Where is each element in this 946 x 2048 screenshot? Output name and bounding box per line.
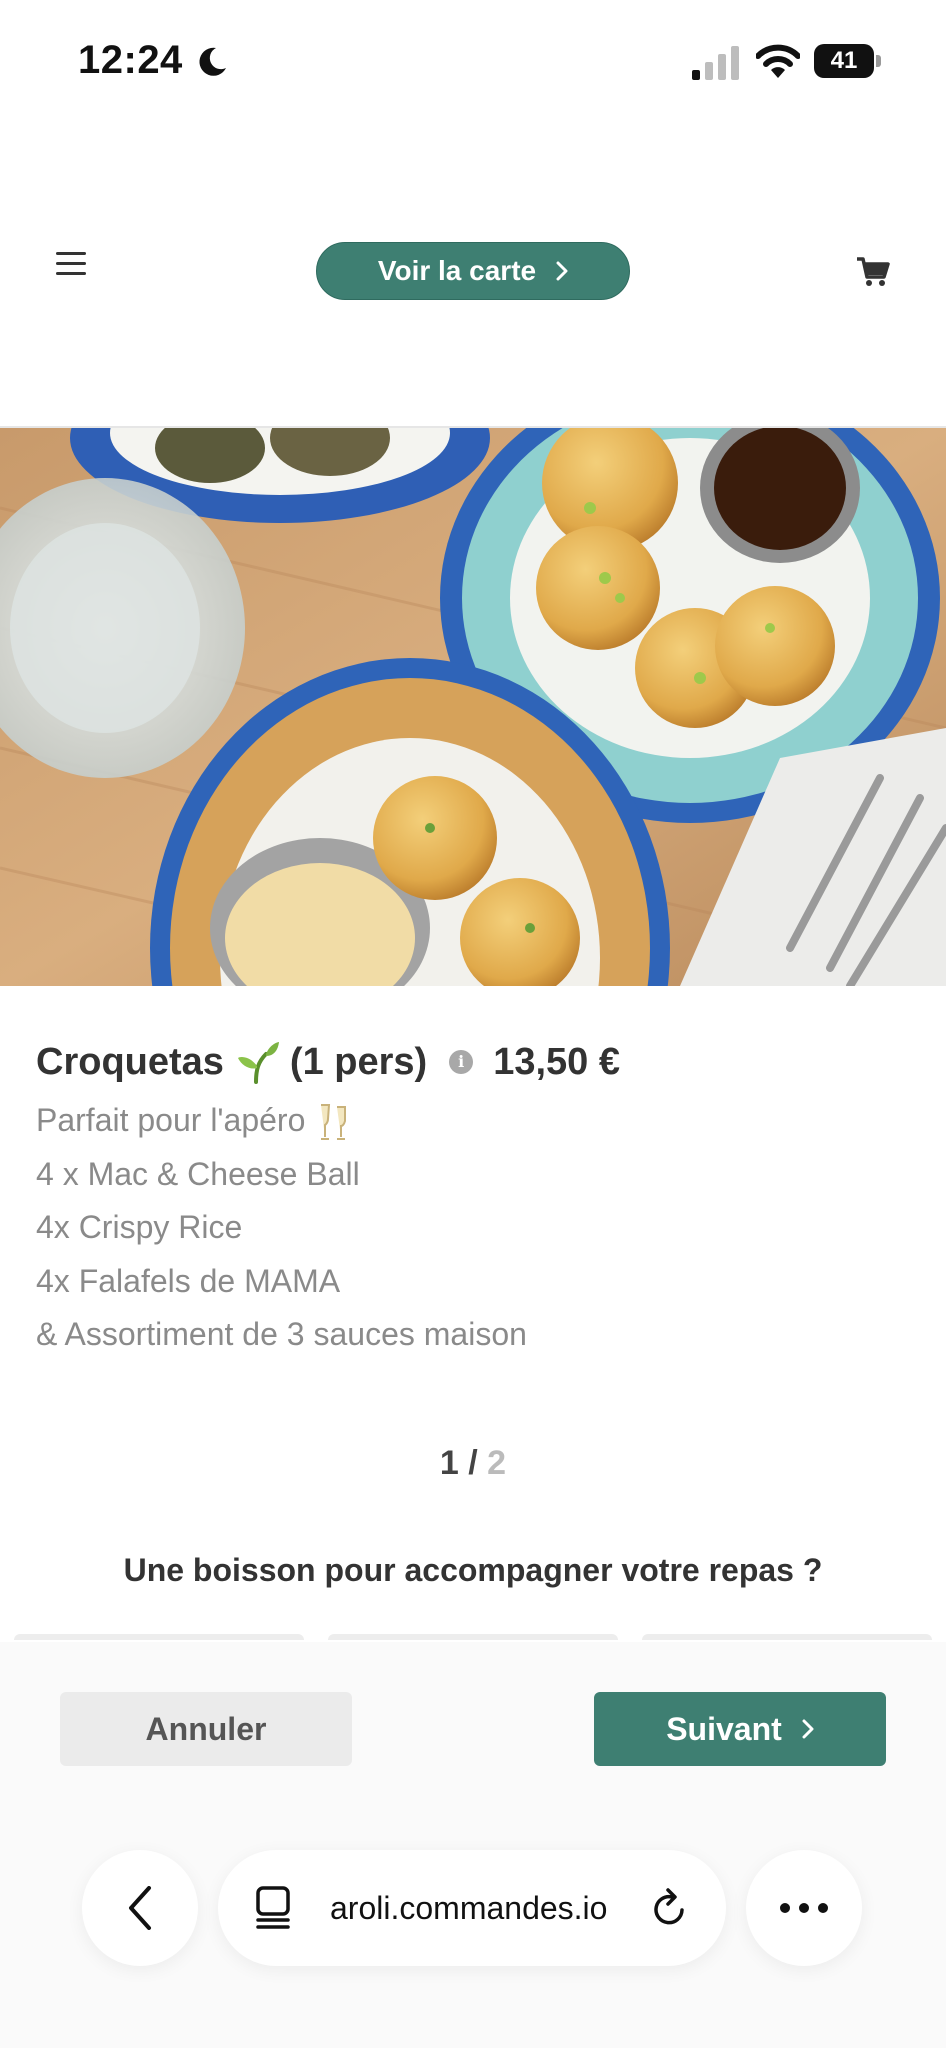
pager-total: 2 [487,1444,507,1482]
view-menu-button[interactable]: Voir la carte [316,242,630,300]
pager-current: 1 [439,1444,459,1482]
champagne-glasses-icon [321,1103,347,1140]
description-line: 4x Falafels de MAMA [36,1262,341,1299]
shopping-cart-icon[interactable] [856,256,890,288]
url-text: aroli.commandes.io [330,1890,608,1926]
product-name: Croquetas [36,1040,224,1083]
description-line: Parfait pour l'apéro [36,1094,896,1148]
next-button[interactable]: Suivant [594,1692,886,1766]
battery-percent: 41 [830,47,858,74]
description-line: 4x Crispy Rice [36,1209,243,1245]
battery-icon: 41 [814,44,882,80]
browser-url-bar[interactable]: aroli.commandes.io [218,1850,726,1966]
product-persons: (1 pers) [289,1040,428,1083]
tabs-icon[interactable] [254,1886,292,1930]
status-time: 12:24 [78,38,183,82]
chevron-right-icon [802,1719,814,1739]
status-bar: 12:24 41 [0,0,946,120]
cancel-label: Annuler [145,1710,267,1747]
next-label: Suivant [666,1710,782,1747]
bottom-action-bar: Annuler Suivant aroli.commandes.io [0,1642,946,2048]
cancel-button[interactable]: Annuler [60,1692,352,1766]
app-header: Voir la carte [0,200,946,330]
product-price: 13,50 € [493,1040,620,1083]
drink-cards-edges [0,1634,946,1642]
drink-question: Une boisson pour accompagner votre repas… [123,1552,823,1588]
hamburger-menu-icon[interactable] [56,252,86,276]
step-pager: 1 / 2 [0,1444,946,1483]
sprout-emoji-icon [237,1042,279,1084]
battery-tip [876,55,881,67]
product-title-row: Croquetas (1 pers) i 13,50 € [36,1036,620,1088]
description-line: & Assortiment de 3 sauces maison [36,1316,527,1352]
chevron-right-icon [556,261,568,281]
moon-icon [199,47,226,76]
product-image [0,428,946,986]
cellular-signal-icon [692,46,739,80]
description-line: 4 x Mac & Cheese Ball [36,1155,360,1192]
browser-more-button[interactable] [746,1850,862,1966]
browser-back-button[interactable] [82,1850,198,1966]
pager-separator: / [458,1444,488,1482]
reload-icon[interactable] [650,1886,690,1930]
wifi-icon [756,44,800,78]
view-menu-label: Voir la carte [377,255,537,286]
info-icon[interactable]: i [449,1050,474,1074]
back-arrow-icon [129,1886,151,1930]
more-icon [780,1903,828,1913]
product-description: Parfait pour l'apéro 4 x Mac & Cheese Ba… [36,1094,896,1362]
